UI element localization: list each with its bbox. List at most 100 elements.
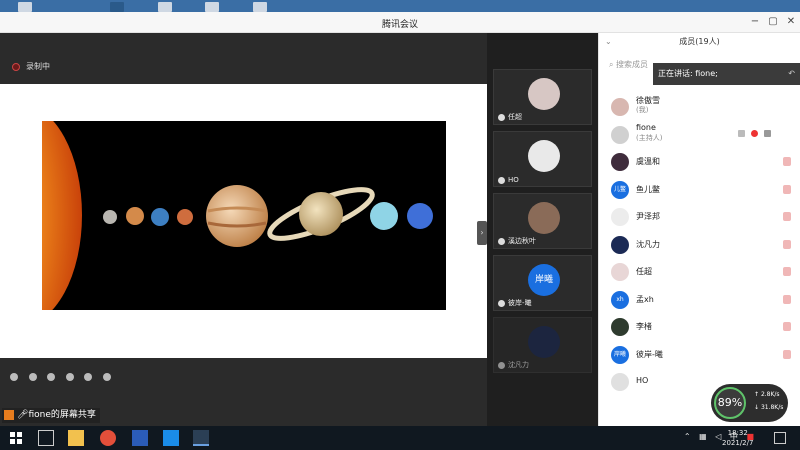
- task-view-icon[interactable]: [38, 430, 54, 446]
- notification-icon[interactable]: [774, 432, 786, 444]
- mars-shape: [177, 209, 193, 225]
- mic-icon: [498, 361, 505, 369]
- browser-icon[interactable]: [100, 430, 116, 446]
- video-tile[interactable]: HO: [493, 131, 592, 187]
- list-item[interactable]: 李楮: [599, 313, 800, 341]
- list-item[interactable]: 虞溫和: [599, 148, 800, 176]
- list-item[interactable]: 沈凡力: [599, 231, 800, 259]
- next-slide-icon[interactable]: [28, 373, 37, 381]
- avatar: [611, 125, 629, 144]
- screen-share-icon[interactable]: [738, 129, 745, 137]
- close-icon[interactable]: ✕: [784, 15, 798, 29]
- file-explorer-icon[interactable]: [68, 430, 84, 446]
- earth-shape: [151, 208, 169, 226]
- mic-muted-icon[interactable]: [783, 349, 791, 359]
- collapse-video-button[interactable]: ›: [477, 221, 487, 245]
- list-item[interactable]: 徐傲雪 (我): [599, 93, 800, 121]
- members-panel: ⌄ 成员(19人) ⌕ 搜索成员 正在讲话: fione; ↶ 徐傲雪 (我) …: [598, 33, 800, 426]
- avatar: [611, 235, 629, 254]
- slide-controls: [10, 373, 119, 383]
- member-name: HO: [636, 376, 649, 385]
- clock[interactable]: 18:32 2021/2/7: [722, 428, 753, 448]
- video-tile[interactable]: 任超: [493, 69, 592, 125]
- share-label: fione的屏幕共享: [28, 410, 96, 420]
- speaking-indicator: 正在讲话: fione; ↶: [653, 63, 800, 85]
- chevron-down-icon[interactable]: ⌄: [605, 33, 612, 51]
- list-item[interactable]: xh 孟xh: [599, 286, 800, 314]
- mic-icon[interactable]: [764, 129, 771, 137]
- member-name: 李楮: [636, 322, 652, 331]
- mic-muted-icon[interactable]: [783, 322, 791, 331]
- venus-shape: [126, 207, 144, 225]
- record-icon: [12, 62, 20, 71]
- download-speed: ↓ 31.8K/s: [754, 404, 784, 411]
- speaking-text: 正在讲话: fione;: [658, 69, 718, 78]
- pen-icon[interactable]: [47, 373, 56, 381]
- list-item[interactable]: 岸曦 彼岸-曦: [599, 341, 800, 369]
- screen-share-area: 录制中 🎤︎fione的屏幕共享: [0, 33, 487, 426]
- jupiter-shape: [206, 185, 268, 247]
- app-icon[interactable]: [163, 430, 179, 446]
- shared-slide: [0, 84, 487, 358]
- word-icon[interactable]: [132, 430, 148, 446]
- participant-name: HO: [508, 176, 519, 184]
- mic-muted-icon[interactable]: [783, 212, 791, 221]
- avatar: [611, 263, 629, 281]
- list-item[interactable]: 任超: [599, 258, 800, 286]
- clock-date: 2021/2/7: [722, 439, 754, 447]
- member-name: 任超: [636, 267, 652, 276]
- mic-muted-icon[interactable]: [783, 267, 791, 276]
- search-placeholder: 搜索成员: [616, 60, 649, 69]
- avatar: [528, 202, 560, 234]
- fullscreen-icon[interactable]: [65, 373, 74, 381]
- mic-icon: [498, 299, 505, 307]
- members-header: ⌄ 成员(19人): [599, 33, 800, 51]
- mic-muted-icon[interactable]: [783, 294, 791, 304]
- participant-name: 沈凡力: [508, 361, 529, 369]
- participant-name: 彼岸-曦: [508, 299, 532, 307]
- video-tile[interactable]: 溪边秋叶: [493, 193, 592, 249]
- chevron-up-icon[interactable]: ⌃: [684, 432, 691, 441]
- taskbar: ⌃ ▦ ◁ 中 ■ 18:32 2021/2/7: [0, 426, 800, 450]
- camera-icon[interactable]: [84, 373, 93, 381]
- video-tile[interactable]: 岸曦 彼岸-曦: [493, 255, 592, 311]
- member-search-input[interactable]: ⌕ 搜索成员: [609, 59, 659, 73]
- prev-slide-icon[interactable]: [10, 373, 18, 381]
- member-name: 虞溫和: [636, 157, 660, 166]
- network-meter[interactable]: 89% ↑ 2.8K/s ↓ 31.8K/s: [711, 384, 788, 422]
- mic-muted-icon[interactable]: [783, 184, 791, 194]
- avatar: [528, 140, 560, 172]
- desktop-icon[interactable]: [158, 2, 172, 12]
- avatar: 儿鳖: [611, 180, 629, 199]
- meeting-window: 腾讯会议 − ▢ ✕ 录制中 🎤︎fione的屏幕共享 › 任超 HO 溪边秋叶…: [0, 12, 800, 426]
- window-title: 腾讯会议: [381, 20, 418, 30]
- uranus-shape: [370, 202, 398, 230]
- desktop-icon[interactable]: [18, 2, 32, 12]
- record-icon[interactable]: [751, 129, 758, 137]
- minimize-icon[interactable]: −: [748, 15, 762, 29]
- solar-system-image: [42, 121, 446, 310]
- list-item[interactable]: fione (主持人): [599, 121, 800, 149]
- network-icon[interactable]: ▦: [699, 432, 707, 441]
- list-item[interactable]: 儿鳖 鱼儿鳖: [599, 176, 800, 204]
- avatar: 岸曦: [528, 264, 560, 296]
- member-name: 鱼儿鳖: [636, 184, 660, 194]
- list-item[interactable]: 尹泽邦: [599, 203, 800, 231]
- windows-start-icon[interactable]: [8, 430, 24, 446]
- upload-speed: ↑ 2.8K/s: [754, 391, 780, 398]
- meeting-app-icon[interactable]: [193, 430, 209, 446]
- volume-icon[interactable]: ◁: [715, 432, 721, 441]
- desktop-icon[interactable]: [253, 2, 267, 12]
- member-name: 沈凡力: [636, 239, 660, 249]
- maximize-icon[interactable]: ▢: [766, 15, 780, 29]
- neptune-shape: [407, 203, 433, 229]
- video-tile[interactable]: 沈凡力: [493, 317, 592, 373]
- mic-icon: [498, 237, 505, 245]
- participant-name: 任超: [508, 113, 522, 121]
- more-icon[interactable]: [102, 373, 111, 381]
- mic-muted-icon[interactable]: [783, 239, 791, 249]
- mic-muted-icon[interactable]: [783, 157, 791, 166]
- desktop-icon[interactable]: [110, 2, 124, 12]
- back-icon[interactable]: ↶: [788, 63, 795, 85]
- desktop-icon[interactable]: [205, 2, 219, 12]
